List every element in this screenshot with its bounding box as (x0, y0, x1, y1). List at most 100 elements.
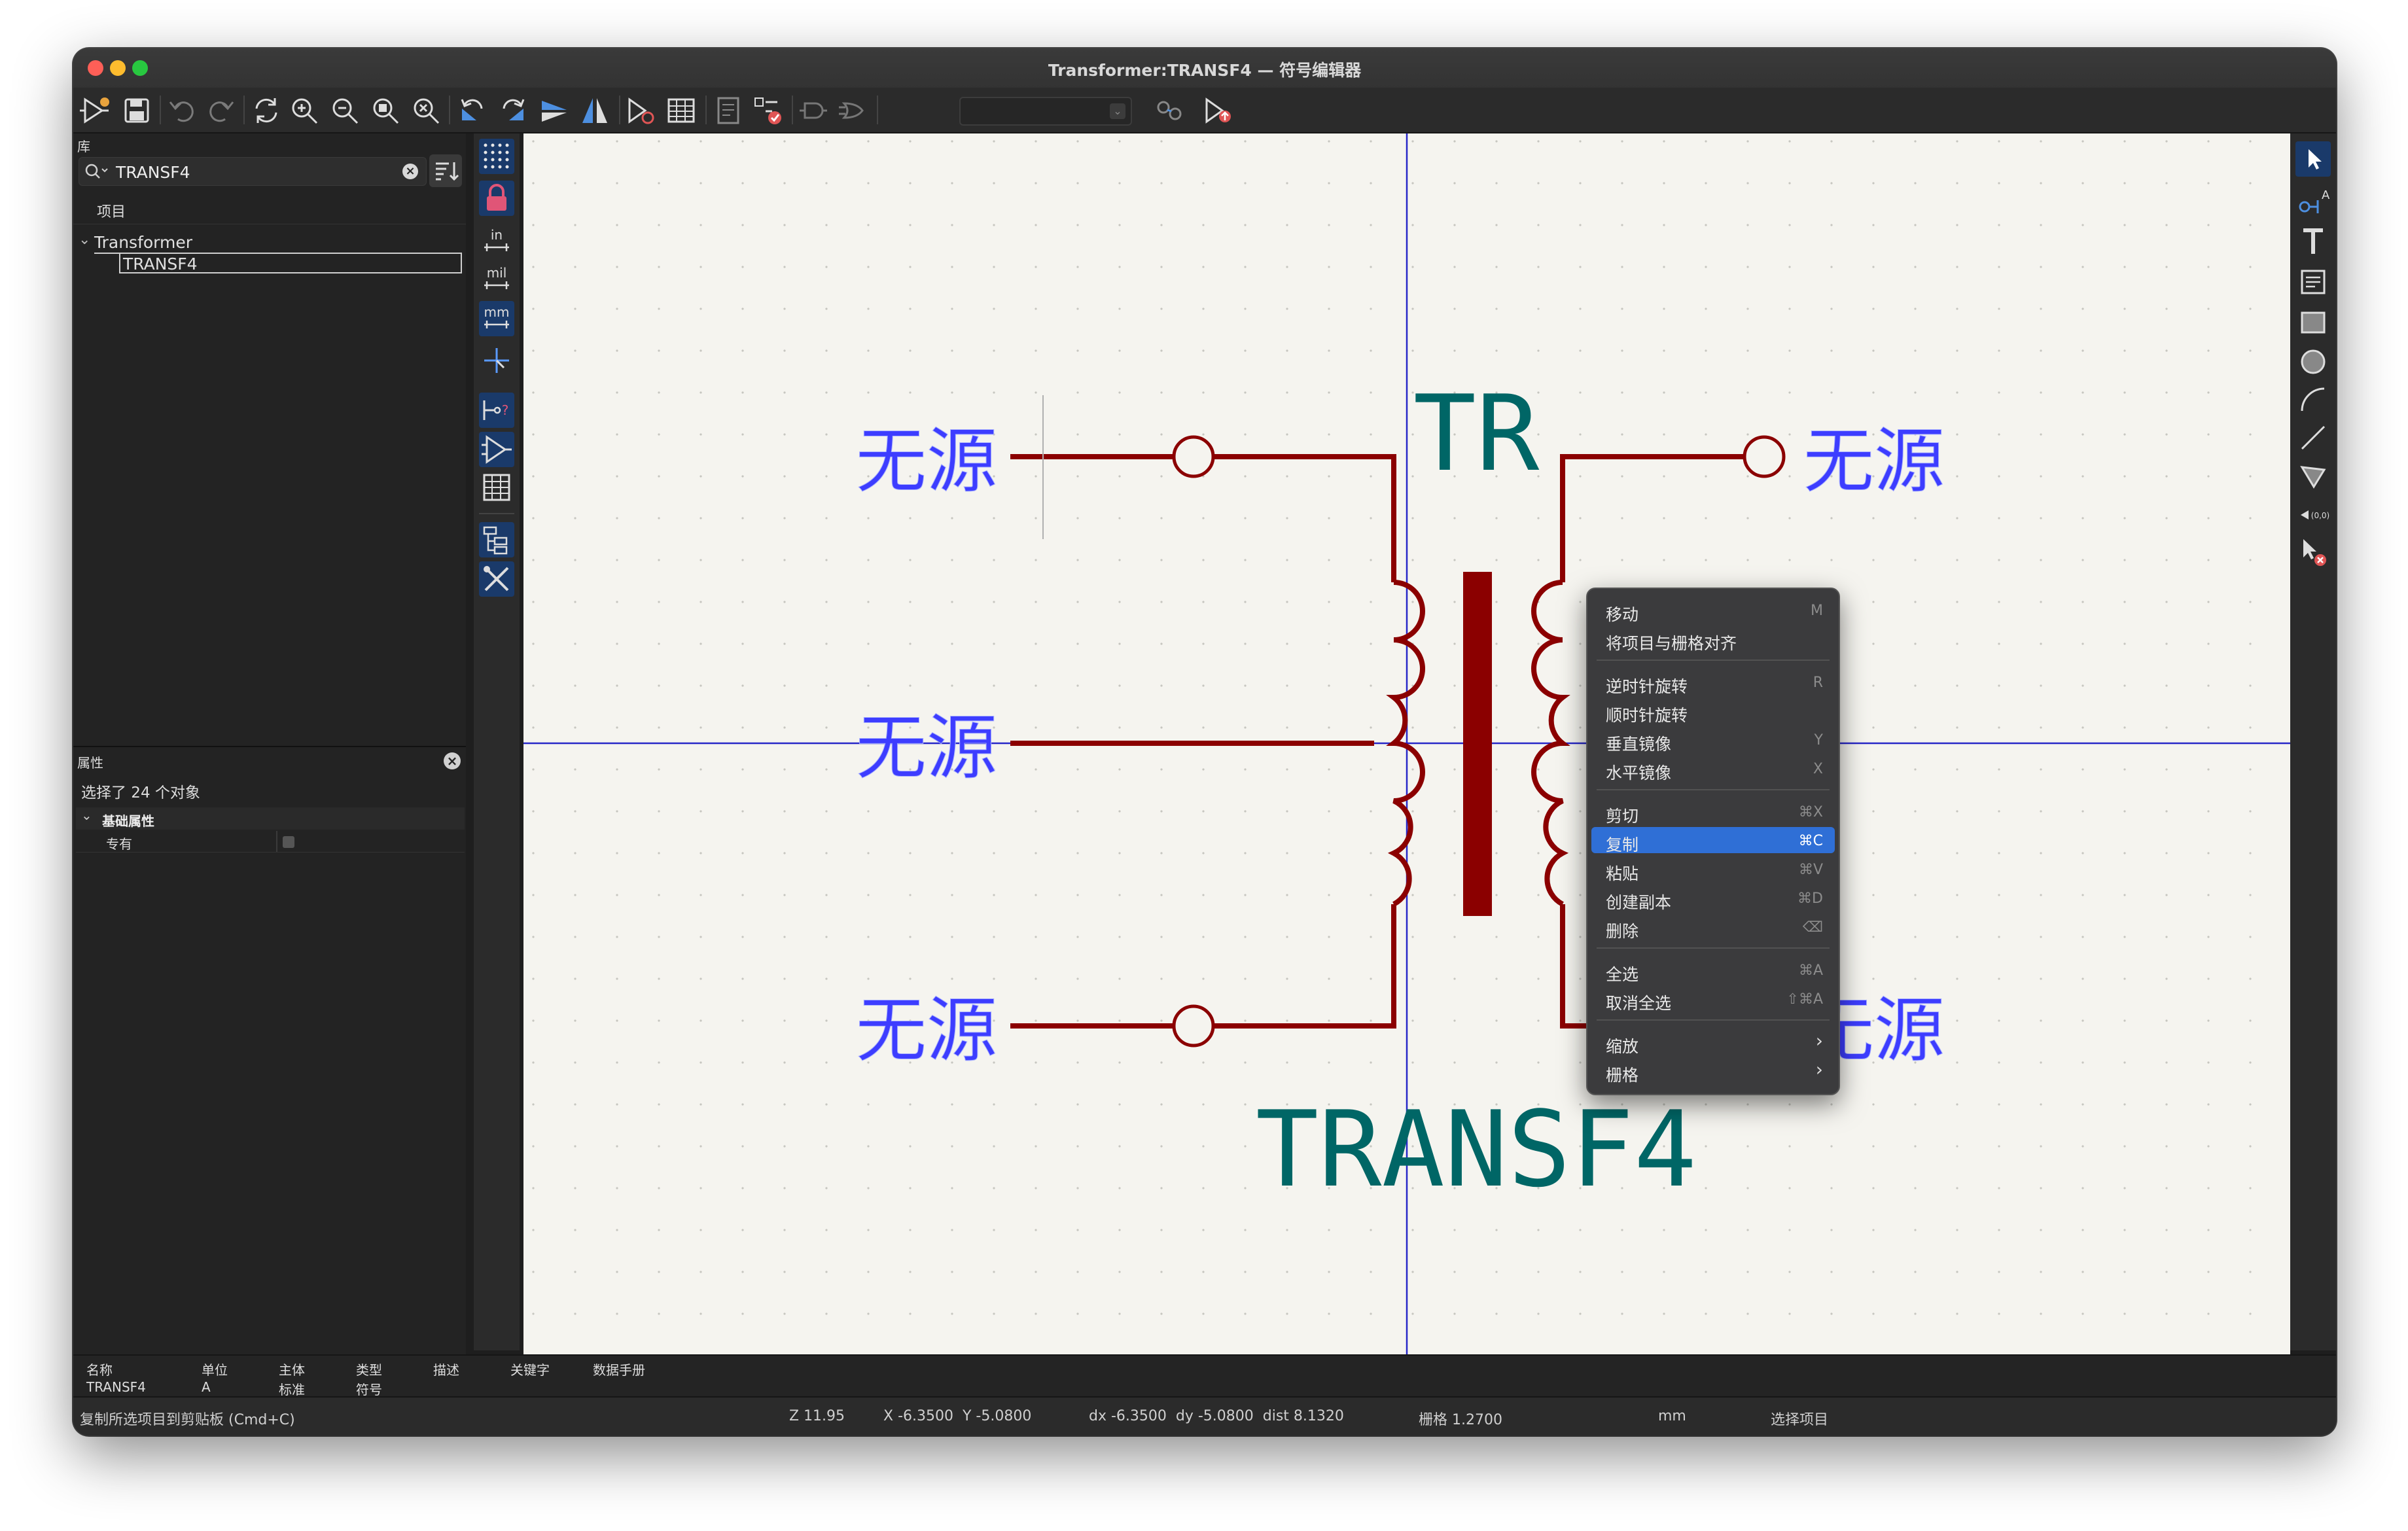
selection-info: 选择了 24 个对象 (81, 784, 200, 801)
pin-end-top-right (1743, 435, 1786, 478)
symbol-icon[interactable] (479, 432, 514, 467)
menu-item-copy[interactable]: 复制 ⌘C (1591, 827, 1835, 854)
msg-header-type: 类型 (356, 1362, 382, 1378)
menu-item-duplicate[interactable]: 创建副本 ⌘D (1591, 885, 1835, 912)
menu-item-move[interactable]: 移动 M (1591, 597, 1835, 624)
add-rectangle-icon[interactable] (2295, 305, 2331, 340)
lock-icon[interactable] (479, 181, 514, 216)
menu-item-paste[interactable]: 粘贴 ⌘V (1591, 856, 1835, 883)
menu-item-align-to-grid[interactable]: 将项目与栅格对齐 (1591, 625, 1835, 653)
value-field[interactable]: TRANSF4 (1256, 1088, 1697, 1210)
new-symbol-icon[interactable] (80, 94, 113, 127)
add-text-icon[interactable] (2295, 224, 2331, 259)
properties-group-basic[interactable]: ⌄ 基础属性 (76, 807, 465, 830)
library-search-input[interactable]: TRANSF4 × (79, 157, 427, 186)
menu-item-rotate-cw[interactable]: 顺时针旋转 (1591, 697, 1835, 725)
symbol-editor-window: Transformer:TRANSF4 — 符号编辑器 ⌄ 库 TRANSF4 … (73, 48, 2336, 1435)
menu-item-mirror-vertical-shortcut: Y (1814, 732, 1823, 748)
menu-item-mirror-vertical[interactable]: 垂直镜像 Y (1591, 726, 1835, 754)
menu-item-delete[interactable]: 删除 ⌫ (1591, 913, 1835, 941)
status-message: 复制所选项目到剪贴板 (Cmd+C) (80, 1412, 295, 1428)
anchor-icon[interactable]: (0,0) (2295, 497, 2331, 533)
pin-table-icon[interactable] (479, 470, 514, 505)
menu-separator (1597, 947, 1830, 949)
zoom-in-icon[interactable] (288, 94, 321, 127)
mirror-vertical-icon[interactable] (538, 94, 571, 127)
units-in-icon[interactable]: in (479, 224, 514, 259)
context-menu: 移动 M 将项目与栅格对齐 逆时针旋转 R 顺时针旋转 垂直镜像 Y 水平镜像 X 剪切… (1586, 588, 1840, 1095)
add-polygon-icon[interactable] (2295, 458, 2331, 493)
menu-item-duplicate-label: 创建副本 (1606, 893, 1672, 912)
menu-item-grid-label: 栅格 (1606, 1066, 1639, 1085)
cursor-crosshair-icon[interactable] (479, 343, 514, 378)
save-icon[interactable] (120, 94, 153, 127)
menu-item-rotate-ccw-shortcut: R (1813, 675, 1823, 691)
tools-icon[interactable] (479, 561, 514, 597)
menu-item-zoom[interactable]: 缩放 › (1591, 1029, 1835, 1056)
msg-header-body: 主体 (279, 1362, 305, 1378)
select-tool-icon[interactable] (2295, 141, 2331, 177)
add-circle-icon[interactable] (2295, 344, 2331, 379)
de-morgan-icon[interactable] (836, 94, 869, 127)
mirror-horizontal-icon[interactable] (578, 94, 611, 127)
body-style-icon[interactable] (797, 94, 830, 127)
sort-library-button[interactable] (429, 154, 462, 187)
canvas-drawing: TR TRANSF4 无源 无源 无源 无源 无源 (523, 133, 2290, 1356)
units-mm-icon[interactable]: mm (479, 301, 514, 336)
undo-icon[interactable] (166, 94, 199, 127)
tree-item-transformer[interactable]: ⌄ Transformer (76, 232, 462, 254)
reference-field[interactable]: TR (1413, 372, 1540, 495)
pin-end-bottom-left (1172, 1004, 1215, 1047)
update-symbol-icon[interactable] (1201, 94, 1234, 127)
delete-tool-icon[interactable] (2295, 534, 2331, 569)
property-row-private: 专有 (76, 831, 465, 853)
symbol-properties-icon[interactable] (624, 94, 657, 127)
units-mil-icon[interactable]: mil (479, 262, 514, 297)
redo-icon[interactable] (204, 94, 237, 127)
symbol-canvas[interactable]: TR TRANSF4 无源 无源 无源 无源 无源 移动 M 将项目与栅格对齐 逆… (523, 133, 2290, 1356)
check-symbol-icon[interactable] (751, 94, 784, 127)
menu-item-cut[interactable]: 剪切 ⌘X (1591, 798, 1835, 826)
msg-value-unit: A (202, 1379, 211, 1395)
zoom-fit-icon[interactable] (369, 94, 402, 127)
menu-item-deselect-all[interactable]: 取消全选 ⇧⌘A (1591, 985, 1835, 1013)
search-icon (85, 164, 108, 179)
menu-item-mirror-horizontal[interactable]: 水平镜像 X (1591, 755, 1835, 783)
datasheet-icon[interactable] (712, 94, 745, 127)
menu-item-rotate-ccw[interactable]: 逆时针旋转 R (1591, 669, 1835, 696)
unit-selector-dropdown[interactable]: ⌄ (959, 97, 1132, 126)
private-checkbox[interactable] (283, 836, 294, 848)
pin-type-icon[interactable]: ? (479, 393, 514, 428)
pin-type-label-bottom-left: 无源 (856, 990, 997, 1072)
refresh-icon[interactable] (250, 94, 283, 127)
chevron-down-icon[interactable]: ⌄ (81, 807, 92, 823)
menu-item-grid[interactable]: 栅格 › (1591, 1057, 1835, 1085)
hierarchy-icon[interactable] (479, 522, 514, 557)
close-properties-icon[interactable]: × (444, 752, 461, 769)
add-arc-icon[interactable] (2295, 382, 2331, 417)
menu-item-select-all[interactable]: 全选 ⌘A (1591, 957, 1835, 984)
add-textbox-icon[interactable] (2295, 264, 2331, 300)
menu-item-mirror-vertical-label: 垂直镜像 (1606, 735, 1672, 754)
chevron-down-icon[interactable]: ⌄ (79, 232, 90, 248)
left-toolbar: in mil mm ? (474, 133, 520, 1350)
zoom-out-icon[interactable] (328, 94, 361, 127)
status-delta: dx -6.3500 dy -5.0800 dist 8.1320 (1089, 1408, 1344, 1424)
add-line-icon[interactable] (2295, 420, 2331, 455)
menu-item-rotate-ccw-label: 逆时针旋转 (1606, 677, 1688, 696)
msg-header-name: 名称 (86, 1362, 113, 1378)
add-pin-icon[interactable]: A (2295, 185, 2331, 220)
svg-text:mil: mil (487, 265, 507, 281)
zoom-objects-icon[interactable] (410, 94, 442, 127)
link-icon[interactable] (1153, 94, 1186, 127)
clear-search-icon[interactable]: × (402, 164, 418, 179)
properties-panel: 属性 × 选择了 24 个对象 ⌄ 基础属性 专有 (73, 746, 466, 1356)
grid-icon[interactable] (479, 139, 514, 174)
status-bar: 复制所选项目到剪贴板 (Cmd+C) Z 11.95 X -6.3500 Y -… (73, 1396, 2336, 1435)
rotate-ccw-icon[interactable] (455, 94, 488, 127)
status-coordinates: X -6.3500 Y -5.0800 (883, 1408, 1032, 1424)
pin-table-icon[interactable] (665, 94, 698, 127)
tree-item-transf4[interactable]: TRANSF4 (119, 253, 462, 273)
svg-text:(0,0): (0,0) (2311, 511, 2329, 520)
rotate-cw-icon[interactable] (497, 94, 530, 127)
